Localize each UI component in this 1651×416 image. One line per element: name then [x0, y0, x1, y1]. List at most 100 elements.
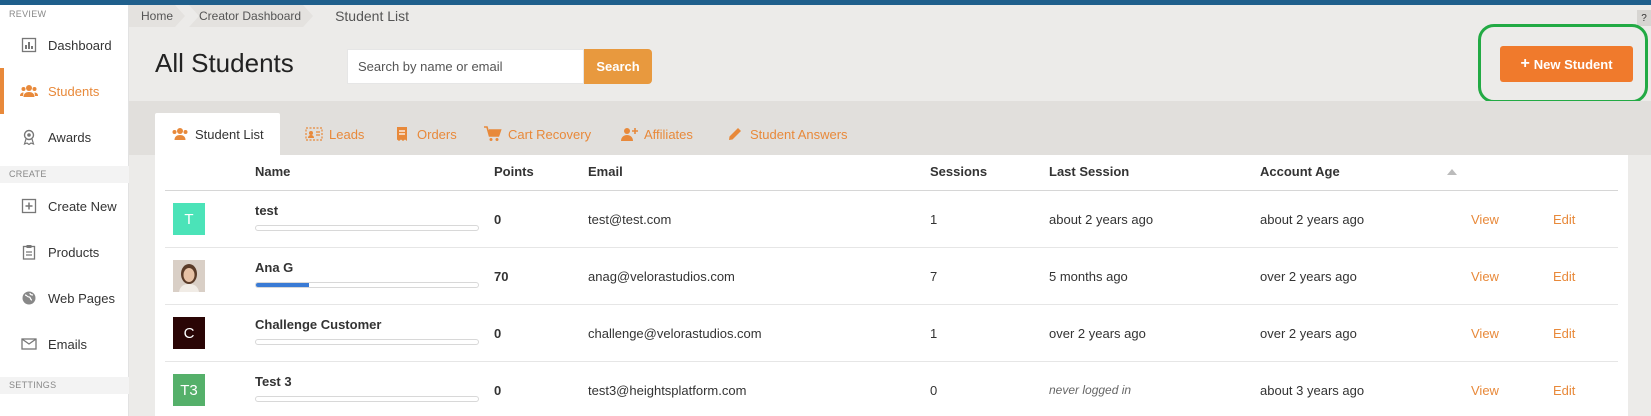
column-header-name[interactable]: Name — [255, 164, 290, 179]
sort-ascending-icon[interactable] — [1447, 169, 1457, 175]
sidebar-item-emails[interactable]: Emails — [0, 321, 129, 367]
student-name: Test 3 — [255, 374, 292, 389]
pencil-icon — [726, 125, 744, 143]
chart-icon — [20, 36, 38, 54]
student-account-age: over 2 years ago — [1260, 326, 1357, 341]
clipboard-icon — [20, 243, 38, 261]
view-link[interactable]: View — [1471, 326, 1499, 341]
student-email: test@test.com — [588, 212, 672, 227]
student-name: Challenge Customer — [255, 317, 382, 332]
breadcrumb-home[interactable]: Home — [129, 5, 185, 27]
tab-leads[interactable]: Leads — [305, 113, 364, 155]
tab-orders[interactable]: Orders — [393, 113, 457, 155]
new-student-label: New Student — [1533, 56, 1613, 72]
student-email: anag@velorastudios.com — [588, 269, 735, 284]
sidebar-item-web-pages[interactable]: Web Pages — [0, 275, 129, 321]
sidebar-item-label: Products — [48, 244, 100, 260]
avatar-photo — [173, 260, 205, 292]
sidebar-section-settings: SETTINGS — [9, 380, 57, 390]
points-progress-bar — [255, 339, 479, 345]
breadcrumb-creator-dashboard[interactable]: Creator Dashboard — [189, 5, 313, 27]
users-icon — [20, 82, 38, 100]
student-last-session: over 2 years ago — [1049, 326, 1146, 341]
points-progress-fill — [256, 283, 310, 287]
users-icon — [171, 125, 189, 143]
tab-student-list[interactable]: Student List — [155, 113, 280, 155]
tab-label: Leads — [329, 126, 365, 142]
search-input[interactable] — [347, 49, 584, 84]
sidebar-item-label: Awards — [48, 129, 92, 145]
sidebar-item-label: Students — [48, 83, 100, 99]
column-header-points[interactable]: Points — [494, 164, 534, 179]
student-sessions: 1 — [930, 212, 938, 227]
tab-student-answers[interactable]: Student Answers — [726, 113, 848, 155]
user-plus-icon — [620, 125, 638, 143]
edit-link[interactable]: Edit — [1553, 212, 1575, 227]
student-email: challenge@velorastudios.com — [588, 326, 762, 341]
sidebar-item-label: Web Pages — [48, 290, 115, 306]
points-progress-bar — [255, 225, 479, 231]
tab-cart-recovery[interactable]: Cart Recovery — [484, 113, 591, 155]
sidebar-item-awards[interactable]: Awards — [0, 114, 129, 160]
sidebar-item-create-new[interactable]: Create New — [0, 183, 129, 229]
sidebar-item-label: Dashboard — [48, 37, 112, 53]
student-email: test3@heightsplatform.com — [588, 383, 747, 398]
sidebar-item-products[interactable]: Products — [0, 229, 129, 275]
sidebar-item-students[interactable]: Students — [0, 68, 129, 114]
tab-affiliates[interactable]: Affiliates — [620, 113, 693, 155]
student-points: 0 — [494, 326, 502, 341]
avatar: C — [173, 317, 205, 349]
student-sessions: 0 — [930, 383, 938, 398]
view-link[interactable]: View — [1471, 383, 1499, 398]
breadcrumb: Home Creator Dashboard Student List — [129, 5, 425, 27]
view-link[interactable]: View — [1471, 212, 1499, 227]
view-link[interactable]: View — [1471, 269, 1499, 284]
tab-label: Student List — [195, 126, 264, 142]
student-last-session: never logged in — [1049, 383, 1132, 397]
sidebar-item-dashboard[interactable]: Dashboard — [0, 22, 129, 68]
cart-icon — [484, 125, 502, 143]
sidebar-item-label: Emails — [48, 336, 88, 352]
help-button[interactable]: ? — [1637, 10, 1651, 26]
student-account-age: about 3 years ago — [1260, 383, 1365, 398]
award-icon — [20, 128, 38, 146]
student-name: Ana G — [255, 260, 294, 275]
student-account-age: over 2 years ago — [1260, 269, 1357, 284]
avatar: T3 — [173, 374, 205, 406]
breadcrumb-current: Student List — [335, 8, 410, 24]
student-last-session: about 2 years ago — [1049, 212, 1154, 227]
address-card-icon — [305, 125, 323, 143]
student-points: 70 — [494, 269, 509, 284]
avatar: T — [173, 203, 205, 235]
tab-label: Affiliates — [644, 126, 693, 142]
sidebar-section-create: CREATE — [9, 169, 47, 179]
email-icon — [20, 335, 38, 353]
receipt-icon — [393, 125, 411, 143]
student-name: test — [255, 203, 279, 218]
column-header-last-session[interactable]: Last Session — [1049, 164, 1129, 179]
edit-link[interactable]: Edit — [1553, 269, 1575, 284]
plus-icon: + — [1520, 55, 1530, 72]
column-header-email[interactable]: Email — [588, 164, 623, 179]
student-points: 0 — [494, 212, 502, 227]
column-header-sessions[interactable]: Sessions — [930, 164, 987, 179]
points-progress-bar — [255, 396, 479, 402]
sidebar-section-review: REVIEW — [9, 9, 47, 19]
plus-square-icon — [20, 197, 38, 215]
new-student-button[interactable]: + New Student — [1500, 46, 1633, 82]
points-progress-bar — [255, 282, 479, 288]
table-row: Ttest 0 test@test.com 1 about 2 years ago abo… — [165, 191, 1618, 248]
edit-link[interactable]: Edit — [1553, 383, 1575, 398]
search-button[interactable]: Search — [584, 49, 652, 84]
sidebar: REVIEW Dashboard Students Awards CREATE … — [0, 5, 129, 416]
tab-label: Student Answers — [750, 126, 848, 142]
column-header-account-age[interactable]: Account Age — [1260, 164, 1340, 179]
table-row: C Challenge Customer 0 challenge@velorastud… — [165, 305, 1618, 362]
table-row: T3 Test 3 0 test3@heightsplatform.com 0 never… — [165, 362, 1618, 416]
student-points: 0 — [494, 383, 502, 398]
tab-label: Cart Recovery — [508, 126, 592, 142]
edit-link[interactable]: Edit — [1553, 326, 1575, 341]
tab-label: Orders — [417, 126, 457, 142]
page-title: All Students — [155, 48, 294, 78]
student-sessions: 1 — [930, 326, 938, 341]
